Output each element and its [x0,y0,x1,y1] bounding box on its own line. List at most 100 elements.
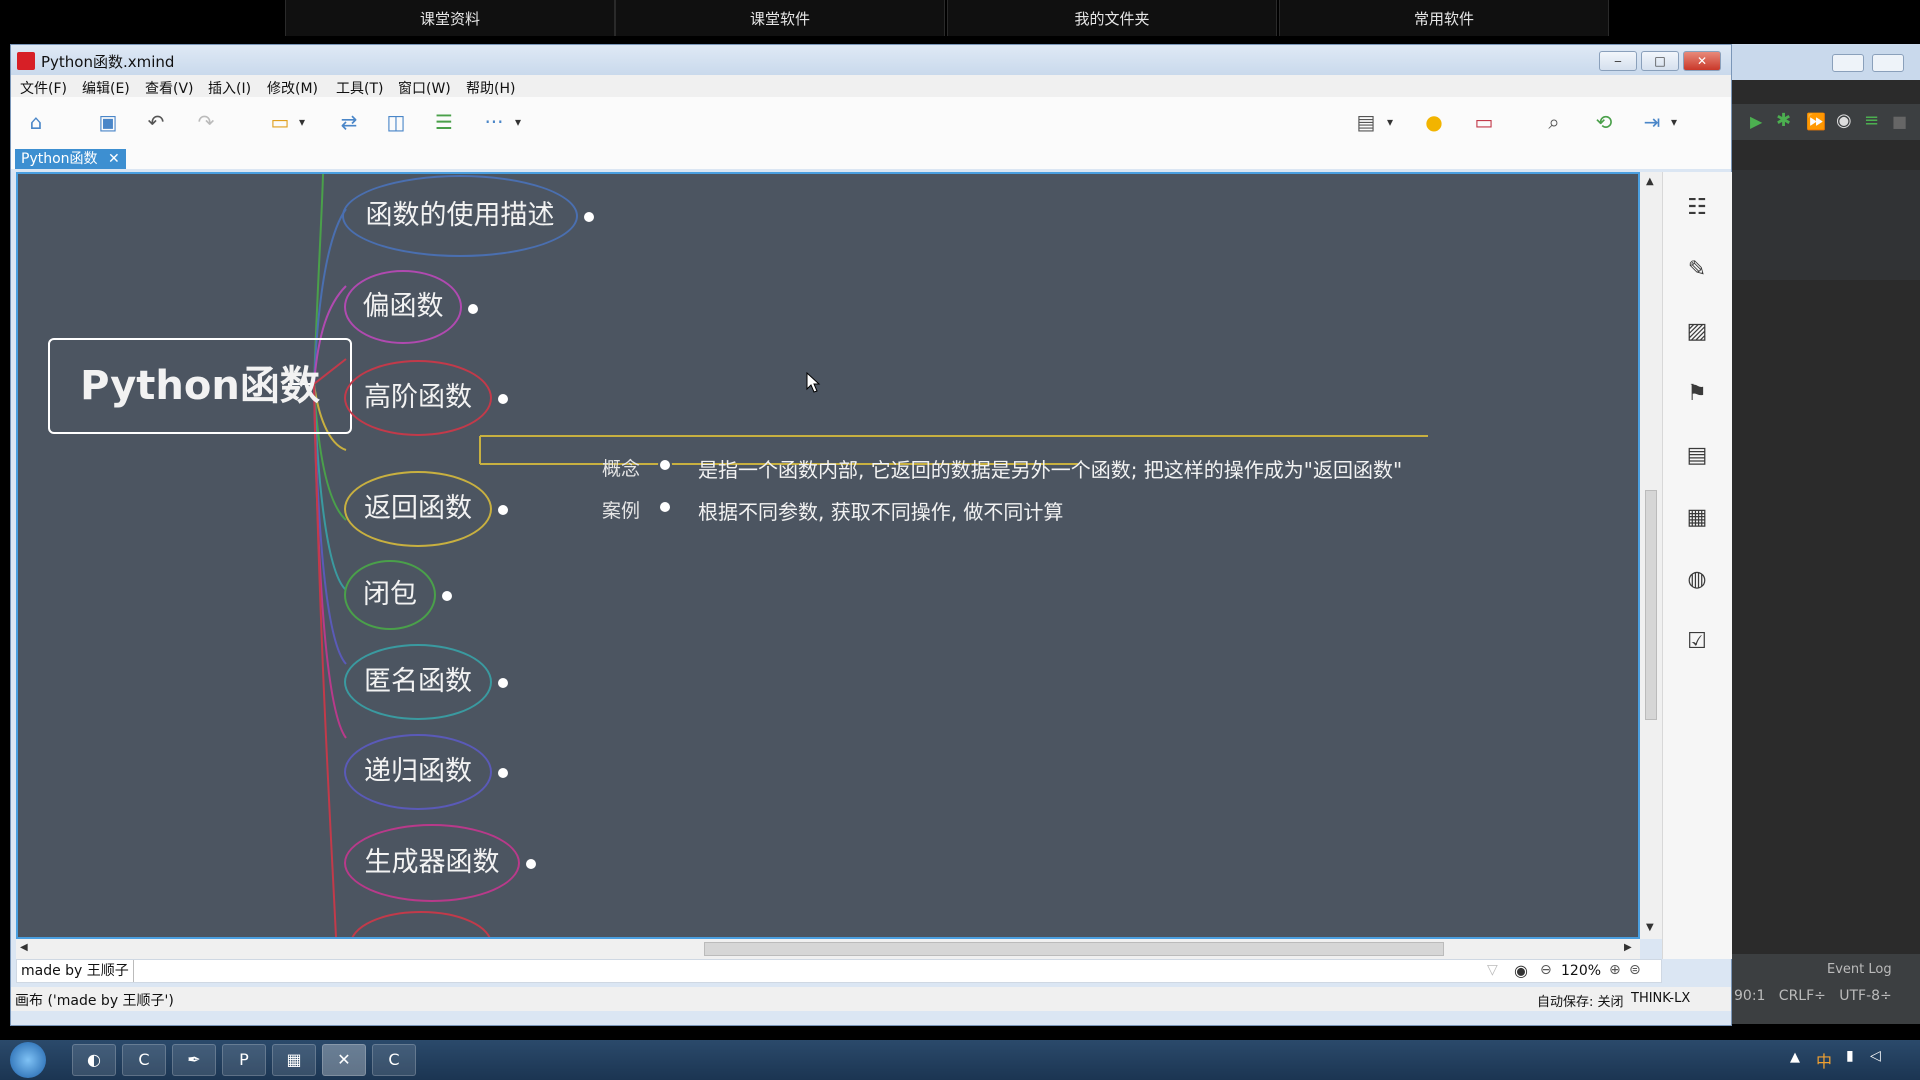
menu-tools[interactable]: 工具(T) [336,78,383,98]
redo-icon[interactable]: ↷ [193,109,219,135]
ide-minimize-button[interactable] [1832,54,1864,72]
subtopic-concept-detail[interactable]: 是指一个函数内部, 它返回的数据是另外一个函数; 把这样的操作成为"返回函数" [698,454,1402,483]
topic-generator-function[interactable]: 生成器函数 [344,824,520,902]
zoom-level[interactable]: 120% [1561,963,1601,979]
topic-dropdown-icon[interactable]: ▾ [295,109,309,135]
share-icon[interactable]: ⟲ [1591,109,1617,135]
more-dropdown-icon[interactable]: ▾ [511,109,525,135]
ide-maximize-button[interactable] [1872,54,1904,72]
more-icon[interactable]: ··· [481,109,507,135]
collapse-dot[interactable] [582,210,596,224]
tray-arrow-icon[interactable]: ▲ [1790,1050,1800,1065]
undo-icon[interactable]: ↶ [143,109,169,135]
vertical-scroll-thumb[interactable] [1645,490,1657,720]
marker-flag-icon[interactable]: ⚑ [1685,382,1709,406]
menu-view[interactable]: 查看(V) [145,78,194,98]
topic-higher-order-function[interactable]: 高阶函数 [344,360,492,436]
relationship-icon[interactable]: ⇄ [336,109,362,135]
topic-recursive-function[interactable]: 递归函数 [344,734,492,810]
outline-icon[interactable]: ☷ [1685,196,1709,220]
event-log-label[interactable]: Event Log [1827,962,1892,977]
collapse-dot[interactable] [524,857,538,871]
zoom-menu-icon[interactable]: ⊜ [1629,962,1641,978]
firefox-icon[interactable]: ◐ [72,1044,116,1076]
expand-dot[interactable] [496,503,510,517]
topic-function-usage[interactable]: 函数的使用描述 [342,175,578,257]
volume-icon[interactable]: ◁ [1870,1048,1881,1064]
horizontal-scroll-thumb[interactable] [704,942,1444,956]
central-topic[interactable]: Python函数 [48,338,352,434]
menu-modify[interactable]: 修改(M) [267,78,318,98]
feather-icon[interactable]: ✒ [172,1044,216,1076]
subtopic-example[interactable]: 案例 [602,496,640,523]
presentation-dropdown-icon[interactable]: ▾ [1383,109,1397,135]
close-button[interactable]: ✕ [1683,51,1721,71]
stop-icon[interactable]: ■ [1892,112,1907,131]
mindmap-canvas[interactable]: Python函数 函数的使用描述 偏函数 高阶函数 返回函数 概念 是指一个函数… [16,172,1640,939]
collapse-dot[interactable] [496,766,510,780]
collapse-dot[interactable] [658,500,672,514]
font-icon[interactable]: ▤ [1685,444,1709,468]
build-icon[interactable]: ≡ [1864,110,1879,131]
format-brush-icon[interactable]: ✎ [1685,258,1709,282]
ime-icon[interactable]: 中 [1816,1048,1832,1072]
zoom-out-icon[interactable]: ⊖ [1540,962,1552,978]
subtopic-concept[interactable]: 概念 [602,454,640,481]
menu-edit[interactable]: 编辑(E) [82,78,130,98]
topic-icon[interactable]: ▭ [267,109,293,135]
horizontal-scrollbar[interactable]: ◀ ▶ [16,939,1640,959]
menu-file[interactable]: 文件(F) [20,78,67,98]
scroll-up-icon[interactable]: ▲ [1646,176,1654,187]
collapse-dot[interactable] [496,676,510,690]
topic-partial-function[interactable]: 偏函数 [344,270,462,344]
xmind-icon[interactable]: ✕ [322,1044,366,1076]
collapse-dot[interactable] [496,392,510,406]
scroll-right-icon[interactable]: ▶ [1624,942,1632,953]
topic-anonymous-function[interactable]: 匿名函数 [344,644,492,720]
topic-closure[interactable]: 闭包 [344,560,436,630]
coverage-icon[interactable]: ⏩ [1806,112,1826,131]
run-icon[interactable]: ▶ [1750,112,1762,131]
search-icon[interactable]: ⌕ [1541,109,1567,135]
sheet-tab[interactable]: made by 王顺子 [17,960,134,982]
tab-classroom-software[interactable]: 课堂软件 [615,0,945,36]
style-icon[interactable]: ▭ [1471,109,1497,135]
scroll-down-icon[interactable]: ▼ [1646,922,1654,933]
notes-icon[interactable]: ▦ [1685,506,1709,530]
export-icon[interactable]: ⇥ [1639,109,1665,135]
tab-close-icon[interactable]: ✕ [108,151,120,167]
summary-icon[interactable]: ☰ [431,109,457,135]
notepad-icon[interactable]: ▦ [272,1044,316,1076]
scroll-left-icon[interactable]: ◀ [20,942,28,953]
network-icon[interactable]: ▮ [1846,1048,1854,1064]
collapse-dot[interactable] [658,458,672,472]
start-icon[interactable] [10,1042,46,1078]
export-dropdown-icon[interactable]: ▾ [1667,109,1681,135]
tab-classroom-materials[interactable]: 课堂资料 [285,0,615,36]
presentation-icon[interactable]: ▤ [1353,109,1379,135]
comments-icon[interactable]: ◍ [1685,568,1709,592]
menu-insert[interactable]: 插入(I) [208,78,251,98]
tab-my-folder[interactable]: 我的文件夹 [947,0,1277,36]
minimize-button[interactable]: ‒ [1599,51,1637,71]
debug-icon[interactable]: ✱ [1776,110,1791,131]
image-icon[interactable]: ▨ [1685,320,1709,344]
vertical-scrollbar[interactable]: ▲ ▼ [1640,172,1662,939]
pycharm-icon[interactable]: P [222,1044,266,1076]
tab-common-software[interactable]: 常用软件 [1279,0,1609,36]
camtasia-icon[interactable]: C [122,1044,166,1076]
menu-help[interactable]: 帮助(H) [466,78,515,98]
menu-window[interactable]: 窗口(W) [398,78,451,98]
collapse-dot[interactable] [466,302,480,316]
idea-icon[interactable]: ● [1421,109,1447,135]
zoom-in-icon[interactable]: ⊕ [1609,962,1621,978]
home-icon[interactable]: ⌂ [23,109,49,135]
save-icon[interactable]: ▣ [95,109,121,135]
collapse-dot[interactable] [440,589,454,603]
topic-return-function[interactable]: 返回函数 [344,471,492,547]
tab-python-functions[interactable]: Python函数 ✕ [15,149,126,169]
recorder-icon[interactable]: C [372,1044,416,1076]
profile-icon[interactable]: ◉ [1836,110,1852,131]
filter-icon[interactable]: ▽ [1487,962,1498,978]
task-icon[interactable]: ☑ [1685,630,1709,654]
